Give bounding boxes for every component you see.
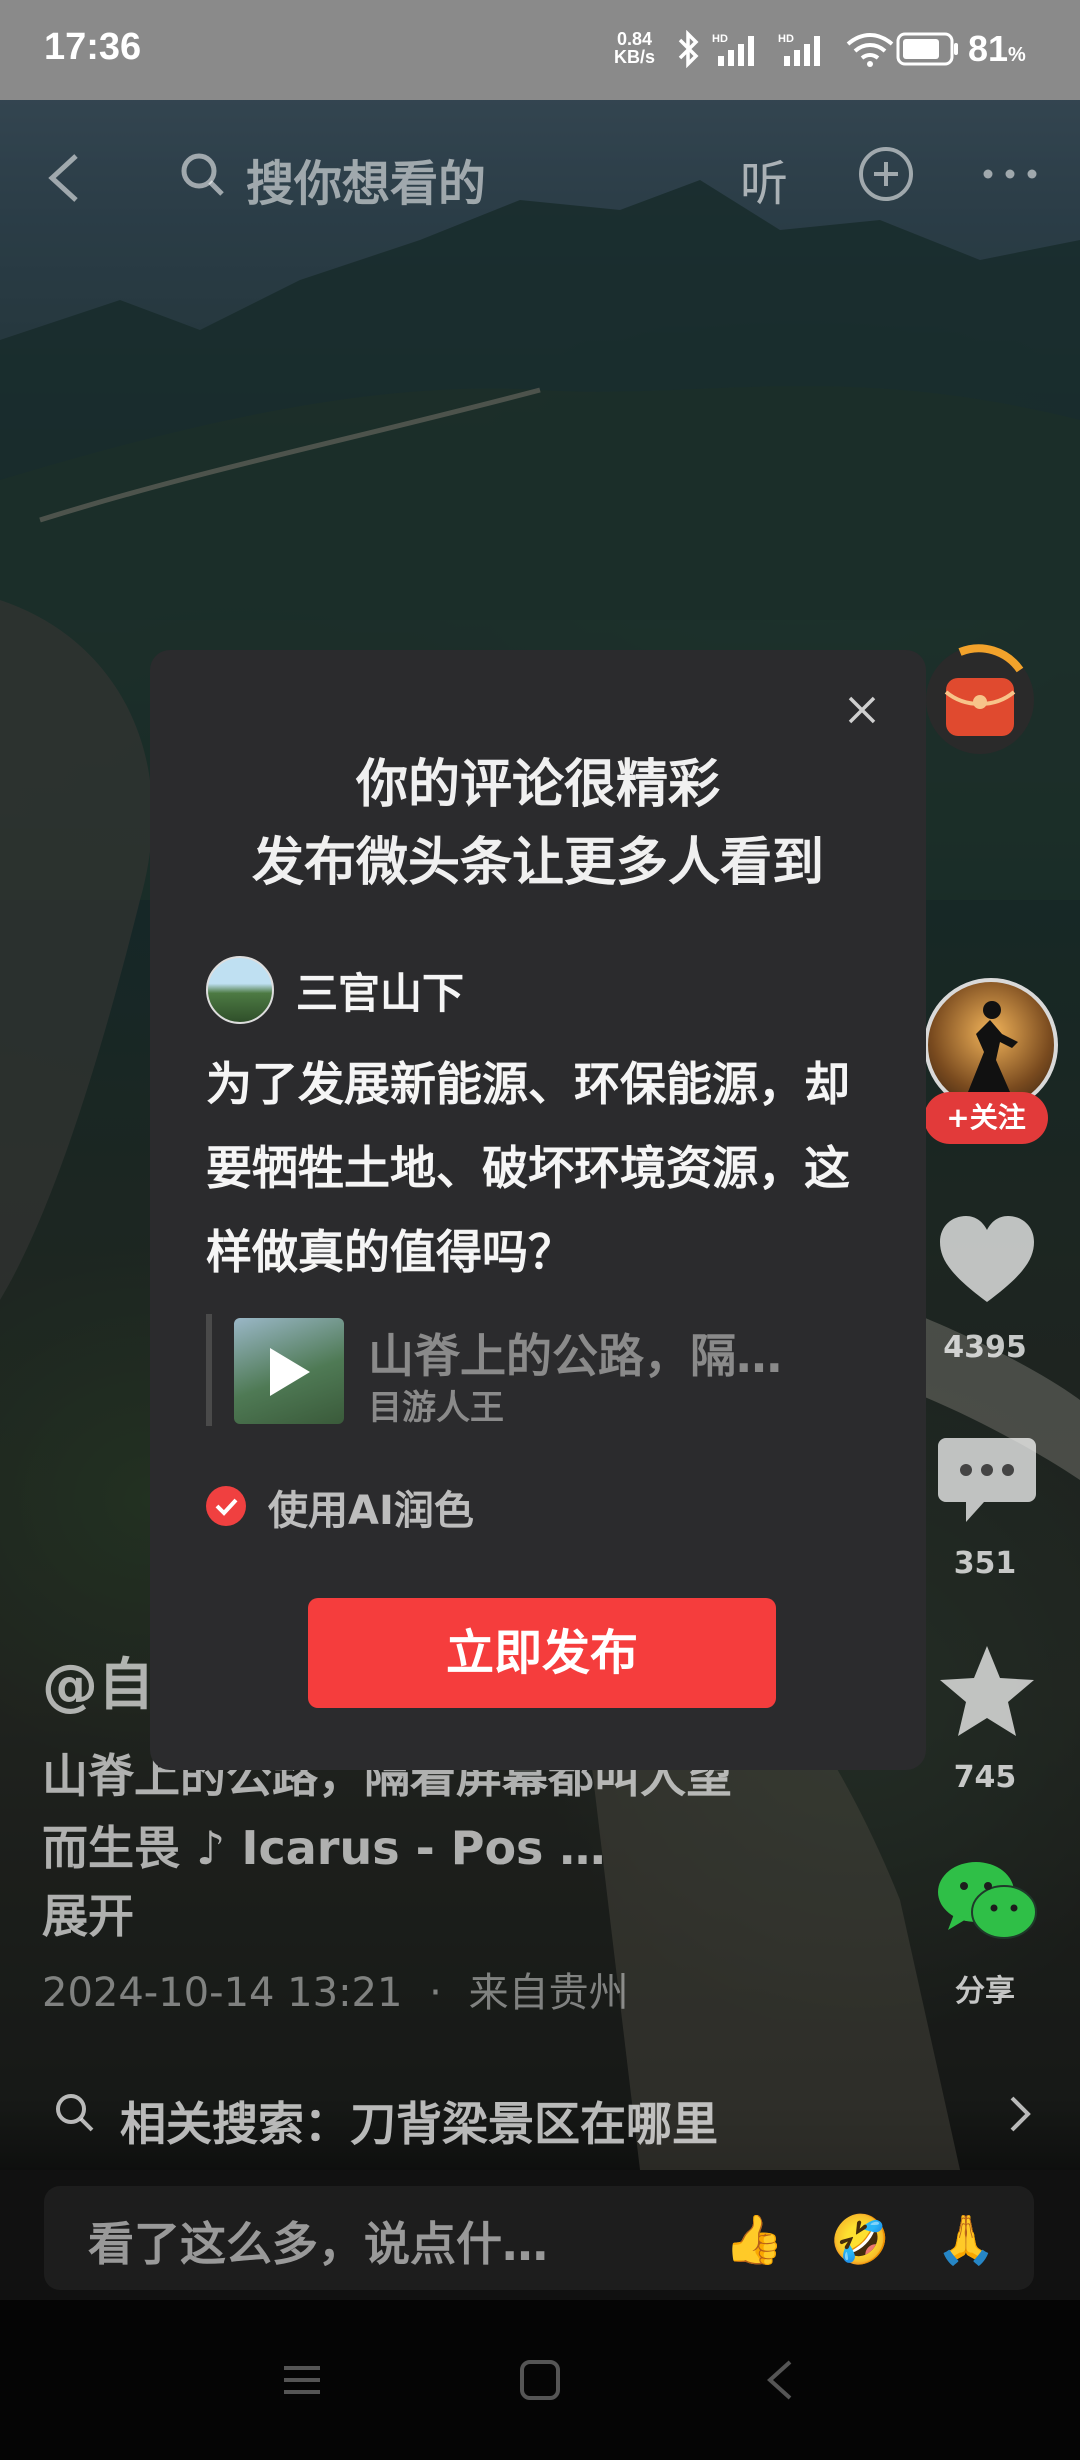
video-thumbnail (234, 1318, 344, 1424)
close-icon[interactable] (842, 690, 882, 730)
status-icons: HD HD (676, 30, 896, 68)
signal-hd-icon: HD (712, 33, 754, 66)
post-location: 来自贵州 (468, 1970, 629, 2016)
star-icon[interactable] (932, 1640, 1042, 1740)
top-bar: 搜你想看的 听 (0, 120, 1080, 230)
comment-input[interactable]: 看了这么多，说点什… 👍 🤣 🙏 (44, 2186, 1034, 2290)
quote-divider (206, 1314, 212, 1426)
related-search-text: 相关搜索：刀背梁景区在哪里 (120, 2097, 718, 2151)
battery-icon (896, 32, 958, 66)
checkmark-icon (215, 1498, 238, 1516)
thumbs-up-emoji-icon[interactable]: 👍 (724, 2210, 784, 2270)
battery-percent-value: 81 (968, 28, 1009, 69)
comment-placeholder: 看了这么多，说点什… (88, 2217, 548, 2271)
screen: 17:36 0.84 KB/s HD HD 81% 搜你想看的 听 +关注 43… (0, 0, 1080, 2460)
post-description-line2: 而生畏 ♪ Icarus - Pos … (42, 1821, 606, 1875)
signal-hd-2-icon: HD (778, 33, 820, 66)
chevron-right-icon (1010, 2096, 1031, 2132)
commenter-name: 三官山下 (296, 969, 465, 1018)
pray-emoji-icon[interactable]: 🙏 (936, 2210, 996, 2270)
menu-icon[interactable] (278, 2356, 326, 2404)
post-timestamp: 2024-10-14 13:21 (42, 1970, 403, 2016)
svg-text:HD: HD (712, 33, 728, 45)
comment-icon[interactable] (932, 1430, 1042, 1530)
back-triangle-icon[interactable] (756, 2356, 804, 2404)
wifi-icon (846, 33, 894, 67)
expand-link[interactable]: 展开 (42, 1880, 134, 1946)
status-bar: 17:36 0.84 KB/s HD HD 81% (0, 0, 1080, 100)
bluetooth-icon (678, 30, 699, 68)
dialog-title-line2: 发布微头条让更多人看到 (251, 833, 824, 893)
share-label[interactable]: 分享 (900, 1966, 1070, 2010)
publish-prompt-dialog: 你的评论很精彩 发布微头条让更多人看到 三官山下 为了发展新能源、环保能源，却要… (150, 650, 926, 1770)
ai-polish-label[interactable]: 使用AI润色 (268, 1478, 474, 1536)
wechat-share-icon[interactable] (932, 1852, 1042, 1952)
commenter-avatar (206, 956, 274, 1024)
search-icon (56, 2094, 94, 2132)
search-input[interactable]: 搜你想看的 (246, 144, 486, 214)
comment-bar: 看了这么多，说点什… 👍 🤣 🙏 (0, 2170, 1080, 2300)
heart-icon[interactable] (932, 1210, 1042, 1310)
home-square-icon[interactable] (516, 2356, 564, 2404)
dialog-title: 你的评论很精彩 发布微头条让更多人看到 (150, 746, 926, 902)
favorite-count: 745 (953, 1760, 1017, 1795)
quoted-video-title: 山脊上的公路，隔… (368, 1329, 782, 1383)
post-meta: 2024-10-14 13:21 · 来自贵州 (42, 1960, 629, 2018)
hiker-silhouette-icon (968, 1001, 1018, 1092)
publish-now-button[interactable]: 立即发布 (308, 1598, 776, 1708)
status-time: 17:36 (44, 26, 142, 68)
network-speed-unit: KB/s (614, 47, 656, 67)
quoted-video-author: 目游人王 (368, 1388, 504, 1428)
more-options-icon[interactable] (980, 154, 1040, 194)
network-speed-value: 0.84 (616, 29, 653, 49)
svg-text:HD: HD (778, 33, 794, 45)
battery-percent: 81% (968, 28, 1026, 70)
meta-separator: · (429, 1970, 442, 2016)
battery-percent-unit: % (1008, 44, 1026, 66)
comment-text: 为了发展新能源、环保能源，却要牺牲土地、破坏环境资源，这样做真的值得吗？ (206, 1057, 850, 1279)
related-search-bar[interactable]: 相关搜索：刀背梁景区在哪里 (0, 2070, 1080, 2160)
ai-polish-checkbox[interactable] (206, 1486, 246, 1526)
search-icon[interactable] (178, 150, 228, 200)
laughing-emoji-icon[interactable]: 🤣 (830, 2210, 890, 2270)
dialog-title-line1: 你的评论很精彩 (355, 755, 720, 815)
follow-button[interactable]: +关注 (924, 1092, 1048, 1144)
listen-button[interactable]: 听 (740, 144, 788, 214)
add-circle-icon[interactable] (856, 144, 916, 204)
play-icon (270, 1348, 310, 1396)
network-speed: 0.84 KB/s (614, 30, 655, 66)
red-envelope-icon[interactable] (920, 640, 1040, 760)
back-arrow-icon[interactable] (44, 150, 84, 206)
post-author[interactable]: @自 (42, 1640, 154, 1721)
system-nav-bar (0, 2300, 1080, 2460)
